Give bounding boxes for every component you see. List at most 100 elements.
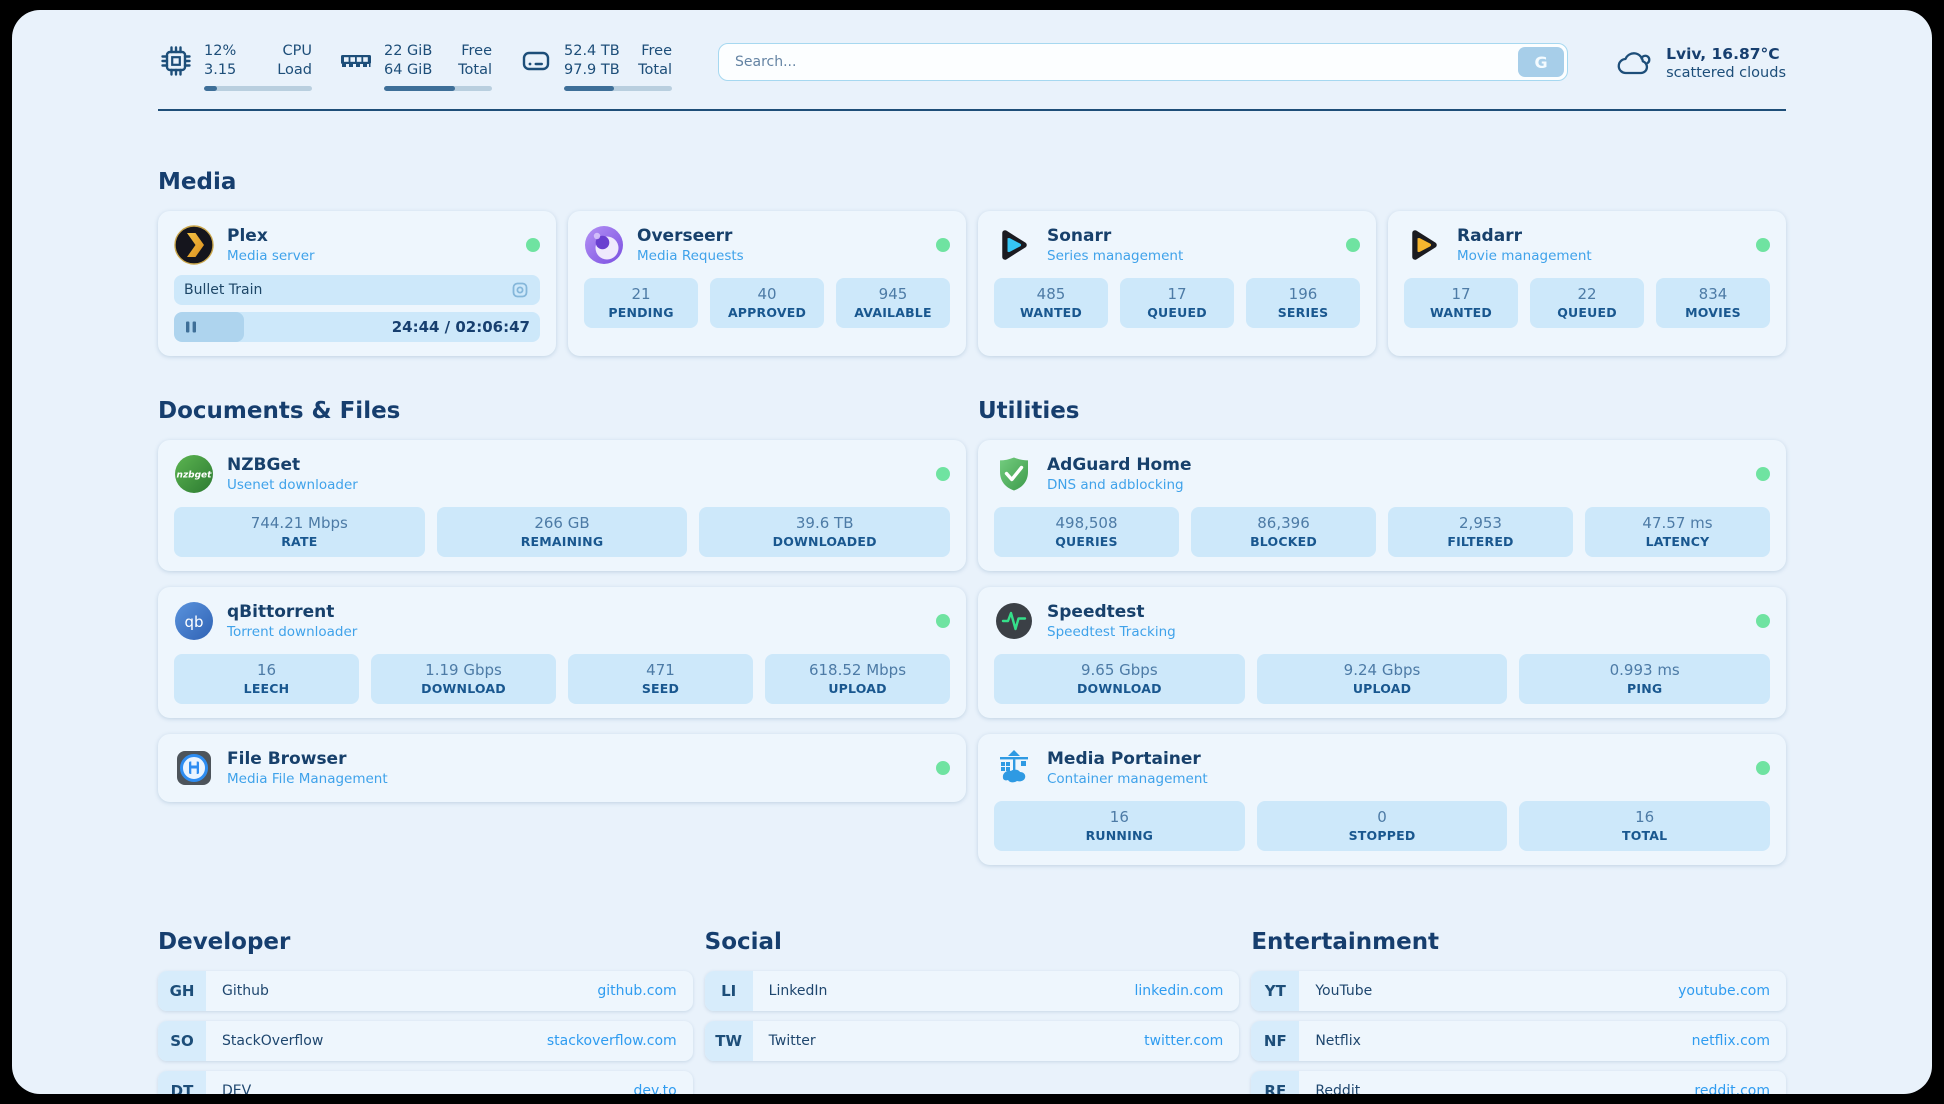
app-card-speedtest[interactable]: Speedtest Speedtest Tracking 9.65 Gbps D… <box>978 587 1786 718</box>
app-card-portainer[interactable]: Media Portainer Container management 16 … <box>978 734 1786 865</box>
media-card-grid: Plex Media server Bullet Train 24:44 / <box>158 211 1786 356</box>
cpu-progress-bar <box>204 86 312 91</box>
overseerr-icon <box>584 225 624 265</box>
plex-now-playing-row: Bullet Train <box>174 275 540 305</box>
pause-icon[interactable] <box>184 320 198 334</box>
stat-total: 16 TOTAL <box>1519 801 1770 851</box>
plex-icon <box>174 225 214 265</box>
svg-text:qb: qb <box>184 613 203 631</box>
stat-downloaded: 39.6 TB DOWNLOADED <box>699 507 950 557</box>
dev-badge: DT <box>158 1071 206 1094</box>
status-dot <box>1756 238 1770 252</box>
top-bar: 12% 3.15 CPU Load <box>158 10 1786 91</box>
link-row-github[interactable]: GH Github github.com <box>158 971 693 1011</box>
app-title-sonarr: Sonarr <box>1047 226 1183 247</box>
app-card-sonarr[interactable]: Sonarr Series management 485 WANTED 17 Q… <box>978 211 1376 356</box>
session-info-icon[interactable] <box>510 280 530 300</box>
section-title-entertainment: Entertainment <box>1251 929 1786 955</box>
link-row-reddit[interactable]: RE Reddit reddit.com <box>1251 1071 1786 1094</box>
cpu-load-value: 3.15 <box>204 61 236 80</box>
disk-label-bottom: Total <box>638 61 672 80</box>
stat-running: 16 RUNNING <box>994 801 1245 851</box>
stat-blocked: 86,396 BLOCKED <box>1191 507 1376 557</box>
stat-upload: 9.24 Gbps UPLOAD <box>1257 654 1508 704</box>
section-title-media: Media <box>158 169 1786 195</box>
app-title-nzbget: NZBGet <box>227 455 358 476</box>
link-url[interactable]: netflix.com <box>1692 1021 1770 1061</box>
twitter-badge: TW <box>705 1021 753 1061</box>
cloud-icon <box>1614 44 1654 84</box>
link-url[interactable]: youtube.com <box>1678 971 1770 1011</box>
link-url[interactable]: linkedin.com <box>1134 971 1223 1011</box>
app-card-filebrowser[interactable]: File Browser Media File Management <box>158 734 966 802</box>
link-row-netflix[interactable]: NF Netflix netflix.com <box>1251 1021 1786 1061</box>
status-dot <box>936 614 950 628</box>
stat-wanted: 485 WANTED <box>994 278 1108 328</box>
link-row-twitter[interactable]: TW Twitter twitter.com <box>705 1021 1240 1061</box>
link-url[interactable]: github.com <box>597 971 676 1011</box>
link-name: DEV <box>222 1071 251 1094</box>
weather-condition: scattered clouds <box>1666 65 1786 81</box>
cpu-label-top: CPU <box>277 42 312 61</box>
link-name: Reddit <box>1315 1071 1360 1094</box>
link-url[interactable]: twitter.com <box>1144 1021 1223 1061</box>
app-subtitle-speedtest: Speedtest Tracking <box>1047 624 1176 640</box>
app-card-nzbget[interactable]: nzbget NZBGet Usenet downloader 744.21 M… <box>158 440 966 571</box>
app-title-overseerr: Overseerr <box>637 226 744 247</box>
app-title-adguard: AdGuard Home <box>1047 455 1191 476</box>
search-container: G <box>718 43 1568 81</box>
search-input[interactable] <box>718 43 1568 81</box>
app-card-adguard[interactable]: AdGuard Home DNS and adblocking 498,508 … <box>978 440 1786 571</box>
link-url[interactable]: reddit.com <box>1694 1071 1770 1094</box>
app-title-plex: Plex <box>227 226 315 247</box>
link-url[interactable]: stackoverflow.com <box>547 1021 677 1061</box>
status-dot <box>936 238 950 252</box>
link-row-stackoverflow[interactable]: SO StackOverflow stackoverflow.com <box>158 1021 693 1061</box>
link-row-youtube[interactable]: YT YouTube youtube.com <box>1251 971 1786 1011</box>
link-name: StackOverflow <box>222 1021 323 1061</box>
entertainment-section: Entertainment YT YouTube youtube.com NF … <box>1251 929 1786 1094</box>
ram-progress-bar <box>384 86 492 91</box>
netflix-badge: NF <box>1251 1021 1299 1061</box>
link-row-dev[interactable]: DT DEV dev.to <box>158 1071 693 1094</box>
app-subtitle-qbittorrent: Torrent downloader <box>227 624 357 640</box>
app-subtitle-plex: Media server <box>227 248 315 264</box>
disk-icon <box>518 43 554 79</box>
link-row-linkedin[interactable]: LI LinkedIn linkedin.com <box>705 971 1240 1011</box>
disk-free-value: 52.4 TB <box>564 42 620 61</box>
adguard-icon <box>994 454 1034 494</box>
nzbget-icon: nzbget <box>174 454 214 494</box>
app-card-qbittorrent[interactable]: qb qBittorrent Torrent downloader 16 LEE… <box>158 587 966 718</box>
app-card-overseerr[interactable]: Overseerr Media Requests 21 PENDING 40 A… <box>568 211 966 356</box>
app-card-radarr[interactable]: Radarr Movie management 17 WANTED 22 QUE… <box>1388 211 1786 356</box>
plex-now-playing-title: Bullet Train <box>184 282 262 298</box>
app-title-radarr: Radarr <box>1457 226 1592 247</box>
link-url[interactable]: dev.to <box>633 1071 676 1094</box>
stat-seed: 471 SEED <box>568 654 753 704</box>
developer-section: Developer GH Github github.com SO StackO… <box>158 929 693 1094</box>
stat-download: 9.65 Gbps DOWNLOAD <box>994 654 1245 704</box>
google-search-button[interactable]: G <box>1518 47 1564 77</box>
app-subtitle-overseerr: Media Requests <box>637 248 744 264</box>
app-title-qbittorrent: qBittorrent <box>227 602 357 623</box>
plex-progress-bar: 24:44 / 02:06:47 <box>174 312 540 342</box>
system-stats: 12% 3.15 CPU Load <box>158 42 672 91</box>
status-dot <box>1756 761 1770 775</box>
portainer-icon <box>994 748 1034 788</box>
topbar-divider <box>158 109 1786 111</box>
svg-text:nzbget: nzbget <box>177 470 213 480</box>
app-subtitle-filebrowser: Media File Management <box>227 771 388 787</box>
cpu-label-bottom: Load <box>277 61 312 80</box>
app-card-plex[interactable]: Plex Media server Bullet Train 24:44 / <box>158 211 556 356</box>
status-dot <box>936 761 950 775</box>
stat-available: 945 AVAILABLE <box>836 278 950 328</box>
utilities-column: Utilities AdGuard Home DNS and adb <box>978 398 1786 865</box>
stat-upload: 618.52 Mbps UPLOAD <box>765 654 950 704</box>
ram-free-value: 22 GiB <box>384 42 432 61</box>
status-dot <box>1756 467 1770 481</box>
stat-queued: 17 QUEUED <box>1120 278 1234 328</box>
ram-label-top: Free <box>458 42 492 61</box>
social-section: Social LI LinkedIn linkedin.com TW Twitt… <box>705 929 1240 1094</box>
status-dot <box>1346 238 1360 252</box>
filebrowser-icon <box>174 748 214 788</box>
